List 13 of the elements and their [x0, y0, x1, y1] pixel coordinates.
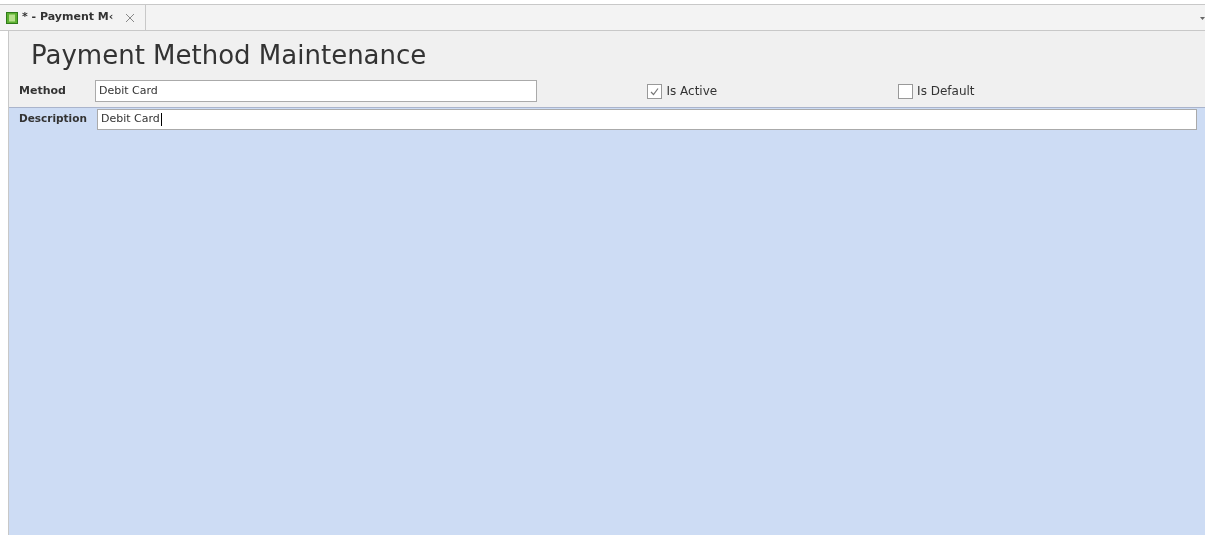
method-field[interactable]: Debit Card	[95, 80, 537, 102]
field-label: Description	[18, 111, 88, 127]
close-icon[interactable]	[125, 12, 136, 23]
dropdown-icon[interactable]	[1200, 17, 1205, 20]
checkbox-label: Is Default	[917, 83, 975, 100]
tab-label: * - Payment M‹	[22, 9, 114, 26]
page-title: Payment Method Maintenance	[30, 39, 428, 72]
description-field[interactable]: Debit Card	[97, 108, 1197, 130]
checkbox-label: Is Active	[666, 83, 718, 100]
field-label: Method	[18, 82, 67, 99]
checkbox[interactable]	[898, 83, 914, 99]
checkmark-icon	[649, 85, 661, 97]
checkbox[interactable]	[647, 83, 663, 99]
